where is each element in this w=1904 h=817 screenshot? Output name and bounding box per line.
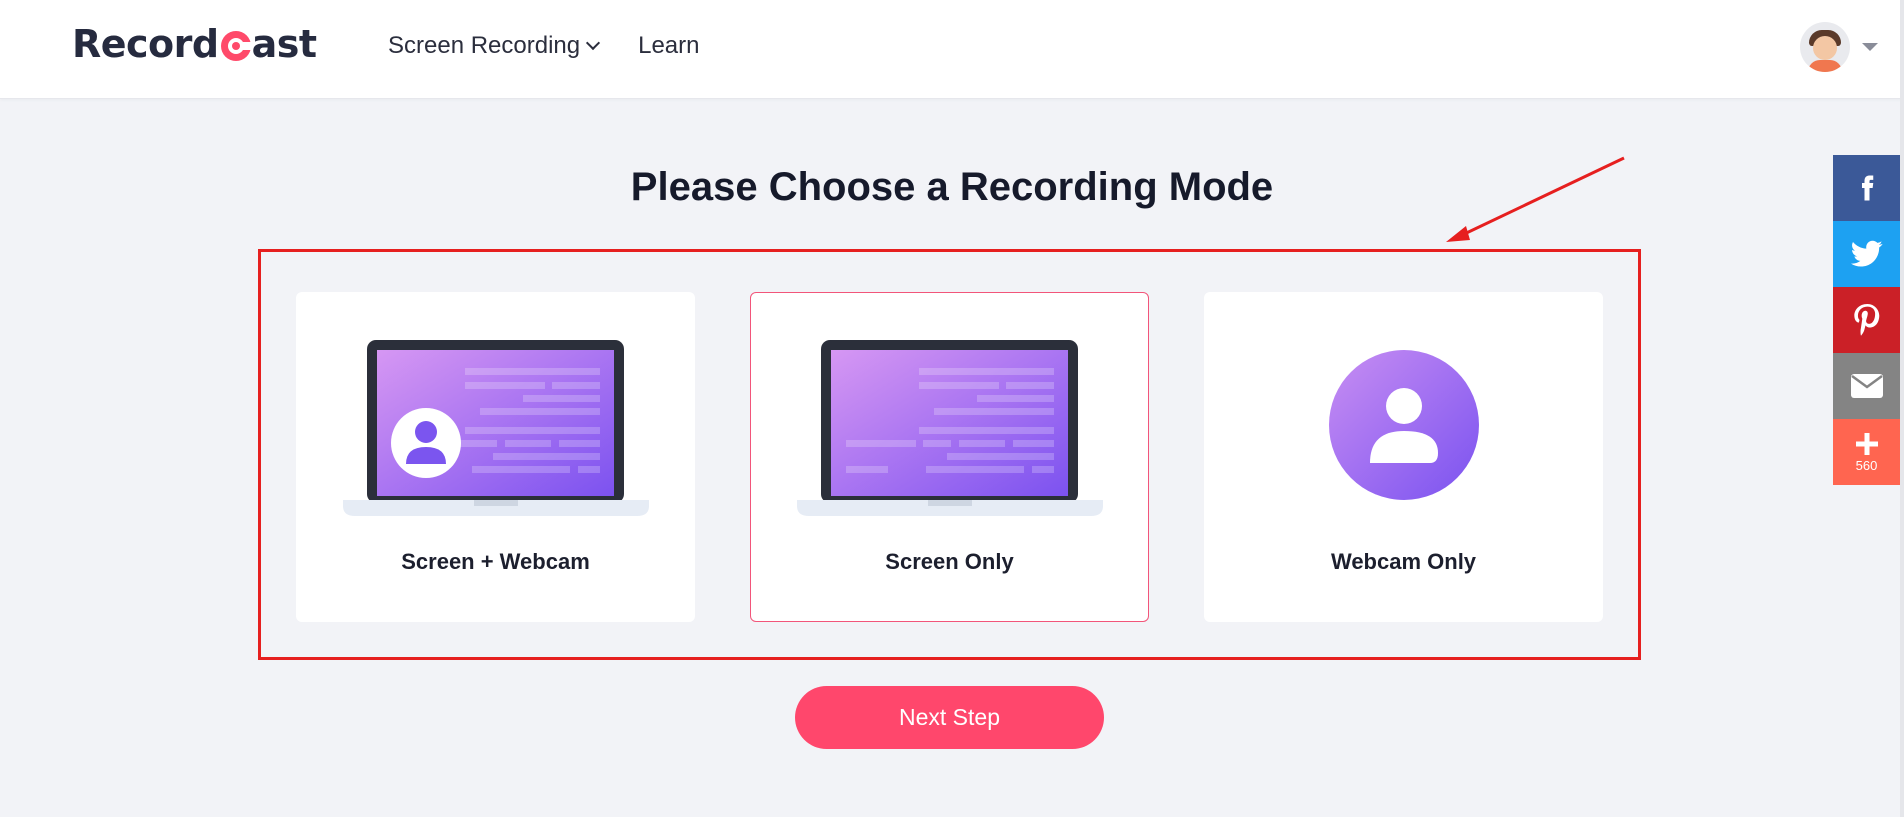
twitter-share-button[interactable] (1833, 221, 1900, 287)
top-navbar: Record ast Screen Recording Learn (0, 0, 1904, 99)
twitter-icon (1850, 240, 1882, 267)
pinterest-icon (1853, 304, 1879, 336)
logo-text-suffix: ast (251, 22, 317, 66)
recordcast-logo[interactable]: Record ast (72, 20, 317, 68)
envelope-icon (1850, 374, 1883, 398)
main-nav: Screen Recording Learn (388, 30, 740, 62)
logo-text-prefix: Record (72, 22, 219, 66)
social-share-bar: 560 (1833, 155, 1900, 485)
caret-down-icon[interactable] (1862, 43, 1878, 51)
nav-learn-label: Learn (638, 32, 700, 59)
nav-learn[interactable]: Learn (638, 32, 699, 60)
user-avatar-icon[interactable] (1800, 22, 1850, 72)
nav-screen-recording[interactable]: Screen Recording (388, 32, 601, 60)
user-menu[interactable] (1800, 22, 1878, 72)
share-count: 560 (1855, 457, 1878, 473)
pinterest-share-button[interactable] (1833, 287, 1900, 353)
plus-icon (1855, 432, 1878, 455)
email-share-button[interactable] (1833, 353, 1900, 419)
annotation-highlight-box (258, 249, 1641, 660)
nav-screen-recording-label: Screen Recording (388, 32, 581, 59)
facebook-icon (1861, 175, 1873, 201)
annotation-arrow-icon (1446, 156, 1625, 242)
next-step-button[interactable]: Next Step (795, 686, 1104, 749)
record-icon (220, 31, 253, 61)
page-scrollbar[interactable] (1900, 0, 1904, 817)
chevron-down-icon (586, 35, 601, 51)
facebook-share-button[interactable] (1833, 155, 1900, 221)
more-share-button[interactable]: 560 (1833, 419, 1900, 485)
